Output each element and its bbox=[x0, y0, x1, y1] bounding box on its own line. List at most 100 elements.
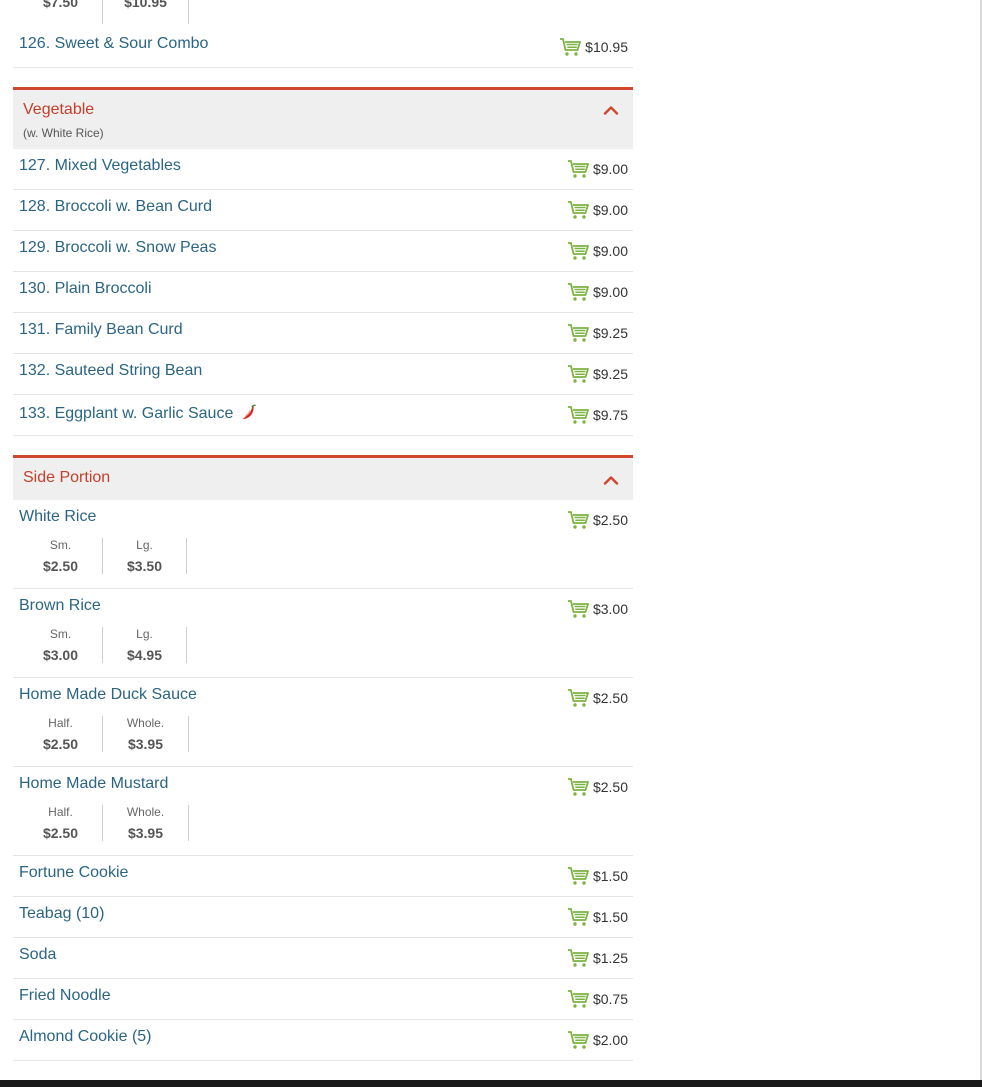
add-to-cart-button[interactable]: $9.75 bbox=[567, 405, 628, 425]
menu-item-name[interactable]: Soda bbox=[19, 946, 56, 964]
chevron-up-icon[interactable] bbox=[603, 105, 619, 115]
menu-item-price: $1.50 bbox=[592, 909, 628, 925]
chevron-up-icon[interactable] bbox=[603, 475, 619, 485]
menu-item-price: $1.25 bbox=[592, 950, 628, 966]
menu-item-price: $9.00 bbox=[592, 284, 628, 300]
menu-item-row: Teabag (10) $1.50 bbox=[13, 897, 633, 938]
size-label: Whole. bbox=[126, 716, 165, 730]
add-to-cart-button[interactable]: $2.50 bbox=[567, 777, 628, 797]
menu-item-name[interactable]: Almond Cookie (5) bbox=[19, 1028, 152, 1046]
add-to-cart-button[interactable]: $3.00 bbox=[567, 599, 628, 619]
menu-item-row: White Rice $2.50 Sm. $2.50 Lg. $3.50 bbox=[13, 500, 633, 589]
size-option[interactable]: $10.95 bbox=[103, 0, 189, 24]
menu-item-name[interactable]: 133. Eggplant w. Garlic Sauce bbox=[19, 403, 257, 423]
add-to-cart-button[interactable]: $10.95 bbox=[559, 37, 628, 57]
shopping-cart-icon bbox=[567, 283, 589, 301]
menu-item-name[interactable]: 128. Broccoli w. Bean Curd bbox=[19, 198, 212, 216]
size-option[interactable]: Half. $2.50 bbox=[19, 716, 103, 752]
add-to-cart-button[interactable]: $9.00 bbox=[567, 159, 628, 179]
chili-pepper-icon bbox=[242, 404, 257, 419]
size-label: Half. bbox=[48, 805, 73, 819]
size-options: Sm. $3.00 Lg. $4.95 bbox=[19, 627, 187, 663]
menu-item-row: 130. Plain Broccoli $9.00 bbox=[13, 272, 633, 313]
size-option[interactable]: Lg. $4.95 bbox=[103, 627, 187, 663]
menu-item-row: Fried Noodle $0.75 bbox=[13, 979, 633, 1020]
menu-item-name[interactable]: 131. Family Bean Curd bbox=[19, 321, 183, 339]
shopping-cart-icon bbox=[567, 406, 589, 424]
menu-item-name[interactable]: White Rice bbox=[19, 508, 96, 526]
menu-item-name[interactable]: Home Made Mustard bbox=[19, 775, 168, 793]
size-options: Half. $2.50 Whole. $3.95 bbox=[19, 805, 189, 841]
shopping-cart-icon bbox=[567, 949, 589, 967]
menu-item-price: $2.50 bbox=[592, 779, 628, 795]
size-option[interactable]: Half. $2.50 bbox=[19, 805, 103, 841]
shopping-cart-icon bbox=[560, 38, 582, 56]
menu-item-name[interactable]: 129. Broccoli w. Snow Peas bbox=[19, 239, 216, 257]
menu-item-price: $3.00 bbox=[592, 601, 628, 617]
add-to-cart-button[interactable]: $9.25 bbox=[567, 364, 628, 384]
shopping-cart-icon bbox=[567, 1031, 589, 1049]
add-to-cart-button[interactable]: $2.50 bbox=[567, 510, 628, 530]
section-header-side-portion[interactable]: Side Portion bbox=[13, 455, 633, 500]
size-price: $2.50 bbox=[42, 736, 79, 752]
shopping-cart-icon bbox=[567, 511, 589, 529]
size-price: $10.95 bbox=[124, 0, 167, 10]
size-option[interactable]: Sm. $3.00 bbox=[19, 627, 103, 663]
menu-item-price: $0.75 bbox=[592, 991, 628, 1007]
size-options: Half. $2.50 Whole. $3.95 bbox=[19, 716, 189, 752]
section-title: Vegetable bbox=[23, 101, 95, 118]
add-to-cart-button[interactable]: $9.00 bbox=[567, 200, 628, 220]
size-price: $2.50 bbox=[42, 558, 79, 574]
size-label: Lg. bbox=[136, 538, 153, 552]
menu-item-name[interactable]: 132. Sauteed String Bean bbox=[19, 362, 202, 380]
size-option[interactable]: Sm. $2.50 bbox=[19, 538, 103, 574]
menu-item-name[interactable]: Brown Rice bbox=[19, 597, 101, 615]
size-option[interactable]: $7.50 bbox=[19, 0, 103, 24]
add-to-cart-button[interactable]: $9.00 bbox=[567, 241, 628, 261]
section-title: Side Portion bbox=[23, 469, 111, 486]
add-to-cart-button[interactable]: $9.00 bbox=[567, 282, 628, 302]
size-option[interactable]: Whole. $3.95 bbox=[103, 805, 189, 841]
menu-item-row: Soda $1.25 bbox=[13, 938, 633, 979]
size-label: Lg. bbox=[136, 627, 153, 641]
section-subtitle: (w. White Rice) bbox=[23, 126, 104, 140]
size-options: $7.50 $10.95 bbox=[19, 0, 189, 24]
shopping-cart-icon bbox=[567, 990, 589, 1008]
menu-item-row: 127. Mixed Vegetables $9.00 bbox=[13, 149, 633, 190]
menu-item-price: $9.00 bbox=[592, 161, 628, 177]
menu-item-row: Fortune Cookie $1.50 bbox=[13, 856, 633, 897]
menu-item-name[interactable]: Teabag (10) bbox=[19, 905, 104, 923]
menu-item-price: $1.50 bbox=[592, 868, 628, 884]
size-options: Sm. $2.50 Lg. $3.50 bbox=[19, 538, 187, 574]
menu-item-row: Brown Rice $3.00 Sm. $3.00 Lg. $4.95 bbox=[13, 589, 633, 678]
menu-item-price: $9.25 bbox=[592, 325, 628, 341]
size-option[interactable]: Lg. $3.50 bbox=[103, 538, 187, 574]
add-to-cart-button[interactable]: $1.50 bbox=[567, 907, 628, 927]
menu-item-price: $9.00 bbox=[592, 202, 628, 218]
add-to-cart-button[interactable]: $9.25 bbox=[567, 323, 628, 343]
menu-item-row: 129. Broccoli w. Snow Peas $9.00 bbox=[13, 231, 633, 272]
menu-item-name[interactable]: 127. Mixed Vegetables bbox=[19, 157, 181, 175]
add-to-cart-button[interactable]: $2.50 bbox=[567, 688, 628, 708]
menu-item-row: 126. Sweet & Sour Combo $10.95 bbox=[13, 27, 633, 68]
add-to-cart-button[interactable]: $2.00 bbox=[567, 1030, 628, 1050]
shopping-cart-icon bbox=[567, 365, 589, 383]
menu-list: $7.50 $10.95 126. Sweet & Sour Combo $10… bbox=[13, 0, 633, 1061]
menu-item-price: $2.50 bbox=[592, 690, 628, 706]
menu-item-name[interactable]: Fortune Cookie bbox=[19, 864, 128, 882]
menu-item-price: $9.00 bbox=[592, 243, 628, 259]
partial-item-row: $7.50 $10.95 bbox=[13, 0, 633, 27]
menu-item-row: 132. Sauteed String Bean $9.25 bbox=[13, 354, 633, 395]
add-to-cart-button[interactable]: $1.25 bbox=[567, 948, 628, 968]
menu-item-name[interactable]: 130. Plain Broccoli bbox=[19, 280, 152, 298]
add-to-cart-button[interactable]: $1.50 bbox=[567, 866, 628, 886]
menu-item-name[interactable]: Home Made Duck Sauce bbox=[19, 686, 197, 704]
menu-item-name[interactable]: Fried Noodle bbox=[19, 987, 111, 1005]
section-header-vegetable[interactable]: Vegetable (w. White Rice) bbox=[13, 87, 633, 149]
size-option[interactable]: Whole. $3.95 bbox=[103, 716, 189, 752]
menu-item-row: 128. Broccoli w. Bean Curd $9.00 bbox=[13, 190, 633, 231]
add-to-cart-button[interactable]: $0.75 bbox=[567, 989, 628, 1009]
shopping-cart-icon bbox=[567, 778, 589, 796]
shopping-cart-icon bbox=[567, 689, 589, 707]
menu-item-name[interactable]: 126. Sweet & Sour Combo bbox=[19, 35, 208, 53]
